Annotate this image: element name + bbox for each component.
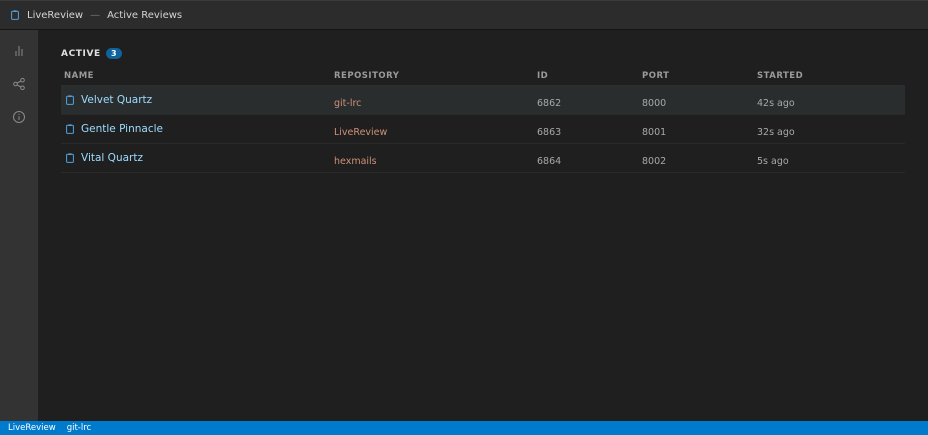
clipboard-icon (66, 124, 74, 134)
table-row[interactable]: Velvet Quartz git-lrc 6862 8000 42s ago (61, 86, 905, 115)
title-bar: LiveReview — Active Reviews (0, 0, 928, 30)
main-panel: ACTIVE 3 NAME REPOSITORY ID PORT STARTED… (38, 30, 928, 421)
review-port: 8000 (642, 97, 667, 109)
cell-name: Vital Quartz (61, 152, 334, 164)
activity-item-share[interactable] (0, 67, 38, 100)
clipboard-icon (11, 10, 19, 20)
section-title: ACTIVE (61, 48, 101, 59)
review-id: 6862 (537, 97, 562, 109)
table-header: NAME REPOSITORY ID PORT STARTED (61, 66, 905, 86)
review-name[interactable]: Vital Quartz (81, 152, 143, 164)
share-icon (13, 77, 25, 90)
clipboard-icon (66, 95, 74, 105)
review-id: 6863 (537, 126, 562, 138)
header-started[interactable]: STARTED (757, 71, 905, 81)
review-id: 6864 (537, 155, 562, 167)
cell-name: Gentle Pinnacle (61, 123, 334, 135)
section-header: ACTIVE 3 (61, 48, 122, 59)
activity-item-stats[interactable] (0, 34, 38, 67)
clipboard-icon (66, 153, 74, 163)
review-started: 42s ago (757, 97, 795, 109)
review-started: 32s ago (757, 126, 795, 138)
cell-name: Velvet Quartz (61, 94, 334, 106)
header-port[interactable]: PORT (642, 71, 757, 81)
review-name[interactable]: Gentle Pinnacle (81, 123, 163, 135)
table-row[interactable]: Gentle Pinnacle LiveReview 6863 8001 32s… (61, 115, 905, 144)
header-id[interactable]: ID (537, 71, 642, 81)
review-started: 5s ago (757, 155, 789, 167)
count-badge: 3 (105, 48, 122, 59)
status-bar: LiveReview git-lrc (0, 421, 928, 435)
repository-name: git-lrc (334, 97, 362, 109)
header-repository[interactable]: REPOSITORY (334, 71, 537, 81)
activity-item-info[interactable] (0, 100, 38, 133)
reviews-table: NAME REPOSITORY ID PORT STARTED Velvet Q… (61, 66, 905, 173)
info-icon (13, 110, 25, 123)
review-port: 8001 (642, 126, 667, 138)
view-name: Active Reviews (107, 9, 183, 21)
status-app[interactable]: LiveReview (8, 423, 56, 433)
title-separator: — (90, 9, 101, 21)
bar-chart-icon (15, 45, 23, 56)
header-name[interactable]: NAME (61, 71, 334, 81)
status-branch[interactable]: git-lrc (67, 423, 92, 433)
repository-name: hexmails (334, 155, 377, 167)
app-name: LiveReview (27, 9, 84, 21)
review-name[interactable]: Velvet Quartz (81, 94, 152, 106)
table-row[interactable]: Vital Quartz hexmails 6864 8002 5s ago (61, 144, 905, 173)
review-port: 8002 (642, 155, 667, 167)
activity-bar (0, 30, 38, 421)
repository-name: LiveReview (334, 126, 388, 138)
